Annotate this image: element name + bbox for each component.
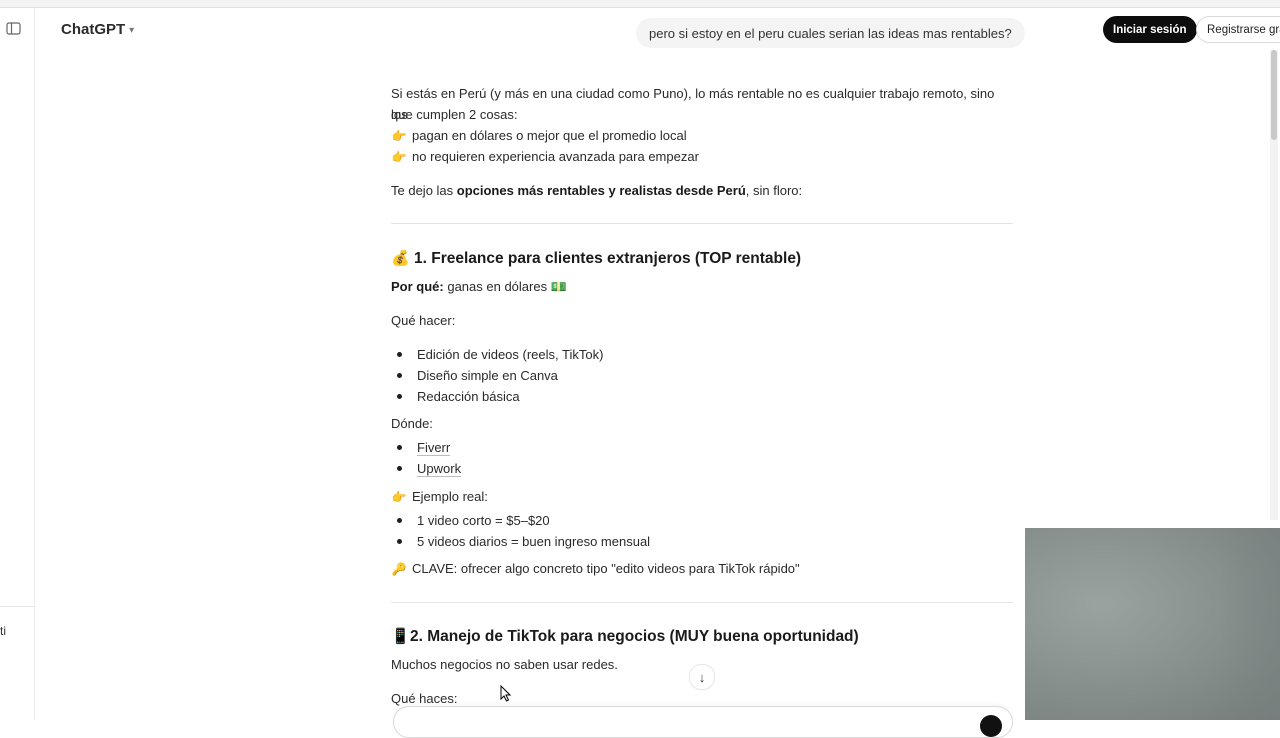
- send-button[interactable]: [980, 715, 1002, 737]
- what-label: Qué hacer:: [391, 313, 456, 328]
- where-label: Dónde:: [391, 416, 433, 431]
- upwork-link[interactable]: Upwork: [417, 461, 461, 476]
- key-text: CLAVE: ofrecer algo concreto tipo "edito…: [412, 561, 800, 576]
- lead-bold: opciones más rentables y realistas desde…: [456, 183, 746, 198]
- list-item-text: 5 videos diarios = buen ingreso mensual: [417, 534, 651, 549]
- list-item-text: 1 video corto = $5–$20: [417, 513, 550, 528]
- user-message-bubble: pero si estoy en el peru cuales serian l…: [636, 18, 1025, 48]
- point-1: 👉 pagan en dólares o mejor que el promedi…: [391, 125, 687, 147]
- signup-clip: Registrarse gratis: [1190, 10, 1280, 50]
- list-item: Diseño simple en Canva: [397, 365, 558, 386]
- mouse-cursor-icon: [500, 685, 512, 702]
- list-item: 5 videos diarios = buen ingreso mensual: [397, 531, 650, 552]
- why-text: ganas en dólares: [443, 279, 551, 294]
- list-item: Redacción básica: [397, 386, 520, 407]
- example-label-line: 👉 Ejemplo real:: [391, 486, 488, 508]
- section-2-heading: 📱2. Manejo de TikTok para negocios (MUY …: [391, 626, 859, 647]
- mobile-phone-icon: 📱: [391, 628, 410, 645]
- sidebar-partial-text[interactable]: ti: [0, 624, 6, 638]
- money-bag-icon: 💰: [391, 250, 410, 267]
- list-item: Edición de videos (reels, TikTok): [397, 344, 603, 365]
- list-item: Upwork: [397, 458, 461, 479]
- section-1-heading: 💰 1. Freelance para clientes extranjeros …: [391, 248, 801, 269]
- point-2: 👉 no requieren experiencia avanzada para …: [391, 146, 699, 168]
- sidebar-toggle-icon[interactable]: [6, 22, 22, 36]
- lead-line: Te dejo las opciones más rentables y rea…: [391, 180, 802, 201]
- signup-button[interactable]: Registrarse gratis: [1196, 16, 1280, 43]
- pointing-hand-icon: 👉: [391, 150, 407, 164]
- example-label: Ejemplo real:: [412, 489, 488, 504]
- lead-pre: Te dejo las: [391, 183, 457, 198]
- browser-top-strip: [0, 0, 1280, 8]
- pointing-hand-icon: 👉: [391, 490, 407, 504]
- divider: [391, 602, 1013, 603]
- list-item-text: Edición de videos (reels, TikTok): [417, 347, 604, 362]
- scrollbar[interactable]: [1270, 50, 1278, 520]
- scroll-down-button[interactable]: ↓: [689, 664, 715, 690]
- list-item: 1 video corto = $5–$20: [397, 510, 550, 531]
- list-item: Fiverr: [397, 437, 450, 458]
- intro-line-2: que cumplen 2 cosas:: [391, 107, 518, 122]
- sidebar-divider: [0, 606, 34, 607]
- scrollbar-thumb[interactable]: [1271, 50, 1277, 140]
- divider: [391, 223, 1013, 224]
- key-line: 🔑 CLAVE: ofrecer algo concreto tipo "edit…: [391, 558, 800, 580]
- app-title: ChatGPT: [61, 21, 126, 38]
- point-1-text: pagan en dólares o mejor que el promedio…: [412, 128, 687, 143]
- list-item-text: Redacción básica: [417, 389, 520, 404]
- model-selector[interactable]: ChatGPT ▾: [61, 21, 134, 38]
- chevron-down-icon: ▾: [129, 24, 135, 36]
- webcam-overlay: [1025, 528, 1280, 720]
- fiverr-link[interactable]: Fiverr: [417, 440, 450, 455]
- lead-post: , sin floro:: [745, 183, 803, 198]
- arrow-down-icon: ↓: [698, 669, 706, 685]
- pointing-hand-icon: 👉: [391, 129, 407, 143]
- why-label: Por qué:: [391, 279, 444, 294]
- login-button[interactable]: Iniciar sesión: [1103, 16, 1197, 43]
- section-2-text: Muchos negocios no saben usar redes.: [391, 657, 618, 672]
- section-2-title: 2. Manejo de TikTok para negocios (MUY b…: [410, 628, 859, 645]
- sidebar-rail: ti: [0, 8, 35, 720]
- key-icon: 🔑: [391, 562, 407, 576]
- list-item-text: Diseño simple en Canva: [417, 368, 558, 383]
- point-2-text: no requieren experiencia avanzada para e…: [412, 149, 699, 164]
- dollar-bill-icon: 💵: [550, 279, 567, 294]
- why-line: Por qué: ganas en dólares 💵: [391, 276, 567, 297]
- message-composer[interactable]: [393, 706, 1013, 738]
- section-1-title: 1. Freelance para clientes extranjeros (…: [414, 250, 802, 267]
